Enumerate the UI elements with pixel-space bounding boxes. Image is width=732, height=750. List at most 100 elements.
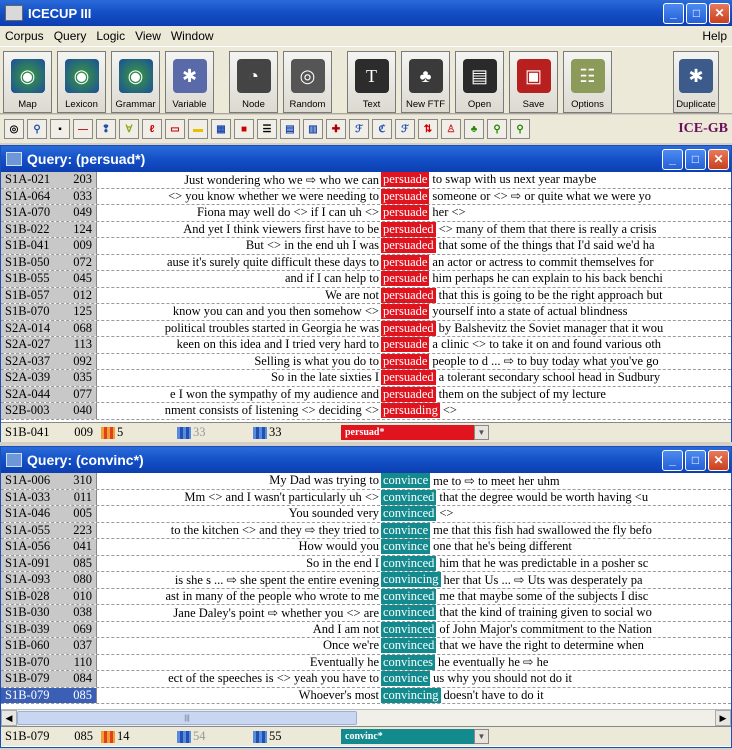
new-ftf-button[interactable]: ♣ New FTF	[401, 51, 450, 113]
chevron-down-icon[interactable]: ▼	[474, 729, 489, 744]
keyword-match[interactable]: persuaded	[381, 221, 436, 237]
red-block-icon[interactable]: ■	[234, 119, 254, 139]
save-button[interactable]: ▣ Save	[509, 51, 558, 113]
variable-button[interactable]: ✱ Variable	[165, 51, 214, 113]
concordance-row[interactable]: S2A-037 092 Selling is what you do to persu…	[1, 353, 731, 370]
chevron-down-icon[interactable]: ▼	[474, 425, 489, 440]
concordance-row[interactable]: S1A-056 041 How would you convince one that …	[1, 539, 731, 556]
concordance-row[interactable]: S1A-064 033 <> you know whether we were ne…	[1, 188, 731, 205]
menu-window[interactable]: Window	[166, 29, 219, 43]
keyword-match[interactable]: convinced	[381, 588, 437, 604]
grammar-button[interactable]: ◉ Grammar	[111, 51, 160, 113]
keyword-match[interactable]: persuade	[381, 337, 430, 353]
chart-icon[interactable]: ♙	[441, 119, 461, 139]
options-button[interactable]: ☷ Options	[563, 51, 612, 113]
maximize-button[interactable]: □	[685, 449, 706, 471]
concordance-row[interactable]: S1A-046 005 You sounded very convinced <>	[1, 506, 731, 523]
concordance-row[interactable]: S1B-070 125 know you can and you then some…	[1, 304, 731, 321]
fuzzy-f-icon[interactable]: ℱ	[395, 119, 415, 139]
list-icon[interactable]: ☰	[257, 119, 277, 139]
concordance-row[interactable]: S1A-033 011 Mm <> and I wasn't particularl…	[1, 489, 731, 506]
scroll-left-button[interactable]: ◀	[1, 710, 17, 726]
scroll-thumb[interactable]: |||	[17, 711, 357, 725]
concordance-row[interactable]: S1B-028 010 ast in many of the people who …	[1, 588, 731, 605]
keyword-match[interactable]: persuade	[381, 304, 430, 320]
keyword-match[interactable]: persuaded	[381, 287, 436, 303]
concordance-row[interactable]: S2A-027 113 keen on this idea and I tried …	[1, 337, 731, 354]
keyword-match[interactable]: persuaded	[381, 370, 436, 386]
close-button[interactable]: ✕	[709, 2, 730, 24]
concordance-row[interactable]: S1B-079 085 Whoever's most convincing doesn'…	[1, 687, 731, 704]
concordance-row[interactable]: S1B-050 072 ause it's surely quite difficu…	[1, 254, 731, 271]
highlight-icon[interactable]: ▬	[188, 119, 208, 139]
zoom-icon[interactable]: ⚲	[487, 119, 507, 139]
zoom-alt-icon[interactable]: ⚲	[510, 119, 530, 139]
concordance-row[interactable]: S1A-055 223 to the kitchen <> and they ⇨ t…	[1, 522, 731, 539]
menu-logic[interactable]: Logic	[91, 29, 130, 43]
table-alt-icon[interactable]: ▥	[303, 119, 323, 139]
keyword-match[interactable]: convincing	[381, 687, 441, 703]
concordance-row[interactable]: S1B-039 069 And I am not convinced of John M…	[1, 621, 731, 638]
keyword-match[interactable]: persuaded	[381, 238, 436, 254]
text-button[interactable]: T Text	[347, 51, 396, 113]
maximize-button[interactable]: □	[686, 2, 707, 24]
concordance-row[interactable]: S2B-003 040 nment consists of listening <>…	[1, 403, 731, 420]
concordance-row[interactable]: S1A-021 203 Just wondering who we ⇨ who we…	[1, 172, 731, 189]
minimize-button[interactable]: _	[663, 2, 684, 24]
minimize-button[interactable]: _	[662, 449, 683, 471]
keyword-match[interactable]: convinces	[381, 654, 435, 670]
fuzzy-c-icon[interactable]: ℭ	[372, 119, 392, 139]
horizontal-scrollbar[interactable]: ◀ ||| ▶	[1, 709, 731, 726]
field-icon[interactable]: ▭	[165, 119, 185, 139]
keyword-match[interactable]: convinced	[381, 638, 437, 654]
menu-help[interactable]: Help	[697, 29, 732, 43]
keyword-match[interactable]: convinced	[381, 489, 437, 505]
lexicon-button[interactable]: ◉ Lexicon	[57, 51, 106, 113]
query-dropdown[interactable]: convinc* ▼	[341, 729, 489, 744]
keyword-match[interactable]: persuading	[381, 403, 440, 419]
concordance-row[interactable]: S2A-044 077 e I won the sympathy of my aud…	[1, 386, 731, 403]
keyword-match[interactable]: convince	[381, 671, 431, 687]
node-button[interactable]: ◔ Node	[229, 51, 278, 113]
duplicate-button[interactable]: ✱ Duplicate	[673, 51, 719, 113]
concordance-row[interactable]: S1B-055 045 and if I can help to persuade hi…	[1, 271, 731, 288]
grid-icon[interactable]: ▦	[211, 119, 231, 139]
keyword-match[interactable]: convinced	[381, 621, 437, 637]
close-button[interactable]: ✕	[708, 449, 729, 471]
concordance-row[interactable]: S1A-070 049 Fiona may well do <> if I can …	[1, 205, 731, 222]
open-button[interactable]: ▤ Open	[455, 51, 504, 113]
random-button[interactable]: ◎ Random	[283, 51, 332, 113]
keyword-match[interactable]: persuade	[381, 254, 430, 270]
concordance-row[interactable]: S1B-057 012 We are not persuaded that this i…	[1, 287, 731, 304]
maximize-button[interactable]: □	[685, 148, 706, 170]
scroll-track[interactable]: |||	[17, 710, 715, 726]
italic-icon[interactable]: ℓ	[142, 119, 162, 139]
target-icon[interactable]: ◎	[4, 119, 24, 139]
text-marker-icon[interactable]: Ɐ	[119, 119, 139, 139]
menu-query[interactable]: Query	[49, 29, 92, 43]
concordance-list[interactable]: S1A-006 310 My Dad was trying to convince me…	[1, 473, 731, 709]
concordance-row[interactable]: S1B-030 038 Jane Daley's point ⇨ whether y…	[1, 605, 731, 622]
keyword-match[interactable]: persuaded	[381, 386, 436, 402]
concordance-row[interactable]: S2A-014 068 political troubles started in …	[1, 320, 731, 337]
close-button[interactable]: ✕	[708, 148, 729, 170]
keyword-match[interactable]: persuade	[381, 271, 430, 287]
concordance-row[interactable]: S1A-006 310 My Dad was trying to convince me…	[1, 473, 731, 490]
keyword-match[interactable]: convinced	[381, 506, 437, 522]
map-button[interactable]: ◉ Map	[3, 51, 52, 113]
fuzzy-icon[interactable]: ℱ	[349, 119, 369, 139]
concordance-list[interactable]: S1A-021 203 Just wondering who we ⇨ who we…	[1, 172, 731, 422]
concordance-row[interactable]: S1B-041 009 But <> in the end uh I was pers…	[1, 238, 731, 255]
search-icon[interactable]: ⚲	[27, 119, 47, 139]
minimize-button[interactable]: _	[662, 148, 683, 170]
query-dropdown[interactable]: persuad* ▼	[341, 425, 489, 440]
keyword-match[interactable]: convincing	[381, 572, 441, 588]
keyword-match[interactable]: convince	[381, 473, 431, 489]
keyword-match[interactable]: convince	[381, 539, 431, 555]
tree-small-icon[interactable]: ♣	[464, 119, 484, 139]
keyword-match[interactable]: persuade	[381, 172, 430, 188]
keyword-match[interactable]: persuade	[381, 188, 430, 204]
table-icon[interactable]: ▤	[280, 119, 300, 139]
menu-view[interactable]: View	[130, 29, 166, 43]
concordance-row[interactable]: S1B-079 084 ect of the speeches is <> yeah…	[1, 671, 731, 688]
